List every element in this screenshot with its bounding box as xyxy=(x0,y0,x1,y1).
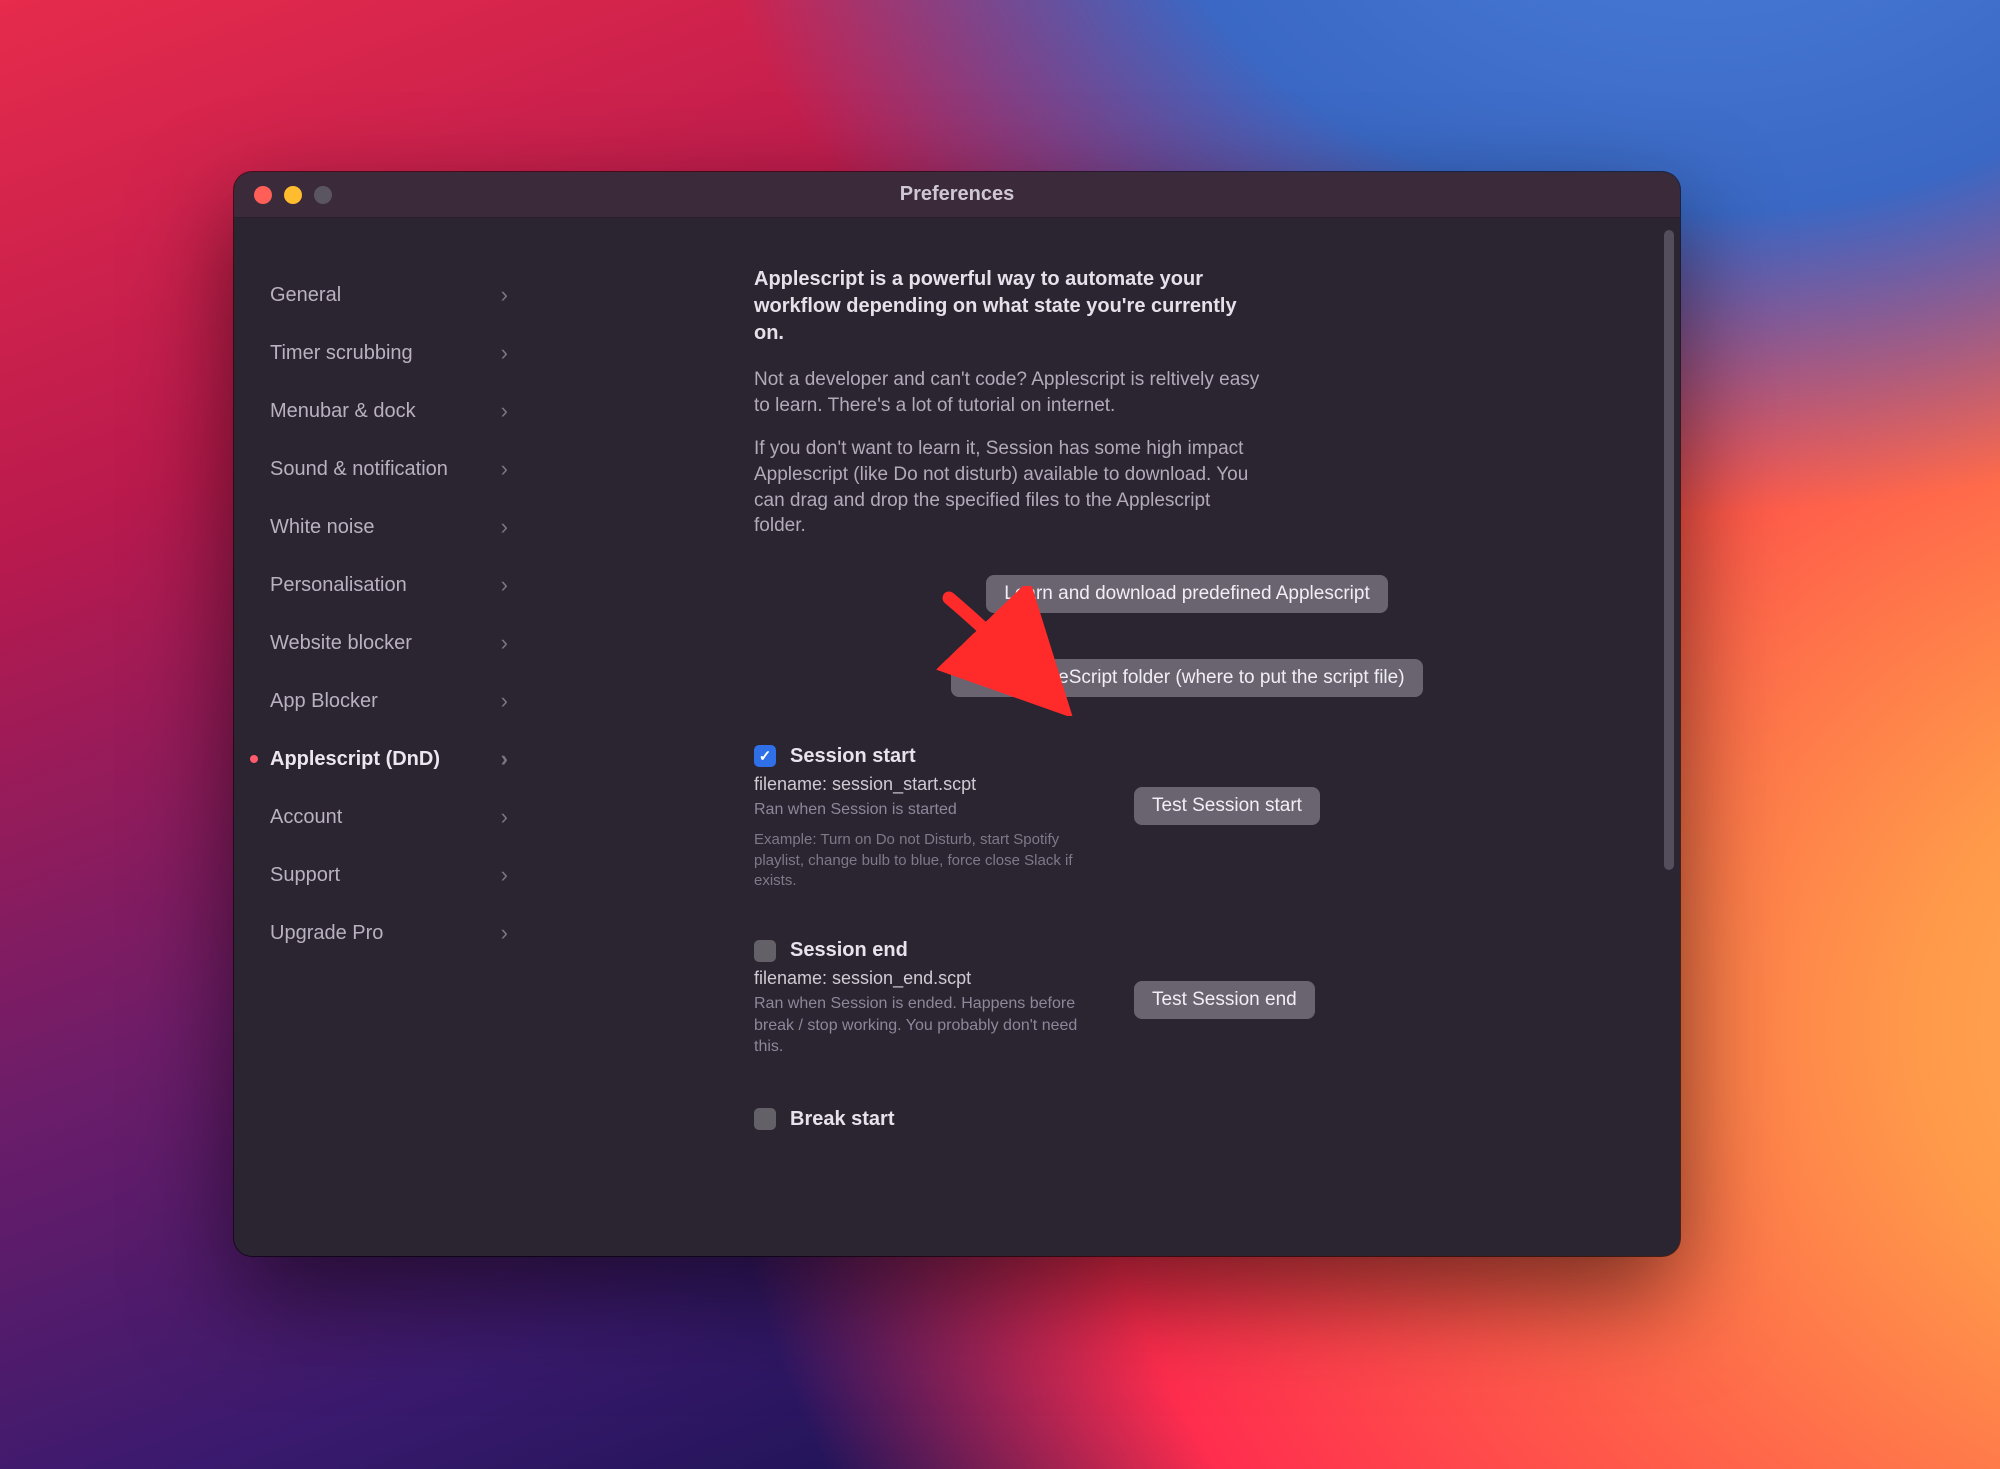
sidebar-item-upgrade-pro[interactable]: Upgrade Pro › xyxy=(234,904,534,962)
minimize-button[interactable] xyxy=(284,186,302,204)
intro-paragraph: Not a developer and can't code? Applescr… xyxy=(754,367,1264,418)
script-session-start: ✓ Session start filename: session_start.… xyxy=(754,745,1620,891)
session-end-checkbox[interactable] xyxy=(754,940,776,962)
chevron-right-icon: › xyxy=(501,630,508,656)
session-start-checkbox[interactable]: ✓ xyxy=(754,745,776,767)
script-title: Break start xyxy=(790,1108,895,1131)
sidebar-item-white-noise[interactable]: White noise › xyxy=(234,498,534,556)
badge-dot-icon xyxy=(250,755,258,763)
check-icon: ✓ xyxy=(759,747,772,765)
script-break-start: Break start xyxy=(754,1108,1620,1137)
chevron-right-icon: › xyxy=(501,282,508,308)
sidebar-item-sound-notification[interactable]: Sound & notification › xyxy=(234,440,534,498)
maximize-button[interactable] xyxy=(314,186,332,204)
traffic-lights xyxy=(234,186,332,204)
intro-heading: Applescript is a powerful way to automat… xyxy=(754,266,1264,347)
chevron-right-icon: › xyxy=(501,514,508,540)
script-title: Session end xyxy=(790,939,908,962)
close-button[interactable] xyxy=(254,186,272,204)
chevron-right-icon: › xyxy=(501,804,508,830)
sidebar-item-applescript[interactable]: Applescript (DnD) › xyxy=(234,730,534,788)
script-session-end: Session end filename: session_end.scpt R… xyxy=(754,939,1620,1068)
scrollbar[interactable] xyxy=(1664,230,1674,870)
window-title: Preferences xyxy=(234,183,1680,206)
sidebar-item-support[interactable]: Support › xyxy=(234,846,534,904)
sidebar-item-account[interactable]: Account › xyxy=(234,788,534,846)
script-filename: filename: session_start.scpt xyxy=(754,774,1094,795)
chevron-right-icon: › xyxy=(501,688,508,714)
intro-paragraph: If you don't want to learn it, Session h… xyxy=(754,436,1264,539)
chevron-right-icon: › xyxy=(501,456,508,482)
sidebar-item-label: Personalisation xyxy=(270,574,407,597)
script-title: Session start xyxy=(790,745,916,768)
sidebar-item-label: General xyxy=(270,284,341,307)
titlebar: Preferences xyxy=(234,172,1680,218)
sidebar-item-label: Support xyxy=(270,864,340,887)
sidebar-item-website-blocker[interactable]: Website blocker › xyxy=(234,614,534,672)
preferences-window: Preferences General › Timer scrubbing › … xyxy=(234,172,1680,1256)
test-session-start-button[interactable]: Test Session start xyxy=(1134,787,1320,825)
script-desc: Ran when Session is started xyxy=(754,799,1094,821)
sidebar-item-label: App Blocker xyxy=(270,690,378,713)
sidebar-item-app-blocker[interactable]: App Blocker › xyxy=(234,672,534,730)
chevron-right-icon: › xyxy=(501,572,508,598)
sidebar: General › Timer scrubbing › Menubar & do… xyxy=(234,218,534,1256)
sidebar-item-label: Website blocker xyxy=(270,632,412,655)
chevron-right-icon: › xyxy=(501,398,508,424)
sidebar-item-label: Applescript (DnD) xyxy=(270,748,440,771)
chevron-right-icon: › xyxy=(501,340,508,366)
sidebar-item-label: Account xyxy=(270,806,342,829)
sidebar-item-personalisation[interactable]: Personalisation › xyxy=(234,556,534,614)
intro-text: Applescript is a powerful way to automat… xyxy=(754,266,1264,539)
sidebar-item-label: Menubar & dock xyxy=(270,400,416,423)
sidebar-item-general[interactable]: General › xyxy=(234,266,534,324)
learn-download-button[interactable]: Learn and download predefined Applescrip… xyxy=(986,575,1388,613)
sidebar-item-label: Upgrade Pro xyxy=(270,922,383,945)
sidebar-item-timer-scrubbing[interactable]: Timer scrubbing › xyxy=(234,324,534,382)
chevron-right-icon: › xyxy=(501,862,508,888)
sidebar-item-label: Sound & notification xyxy=(270,458,448,481)
open-applescript-folder-button[interactable]: Open AppleScript folder (where to put th… xyxy=(951,659,1422,697)
script-desc: Ran when Session is ended. Happens befor… xyxy=(754,993,1094,1058)
break-start-checkbox[interactable] xyxy=(754,1108,776,1130)
sidebar-item-menubar-dock[interactable]: Menubar & dock › xyxy=(234,382,534,440)
chevron-right-icon: › xyxy=(501,746,508,772)
sidebar-item-label: Timer scrubbing xyxy=(270,342,413,365)
main-content: Applescript is a powerful way to automat… xyxy=(534,218,1680,1256)
script-filename: filename: session_end.scpt xyxy=(754,968,1094,989)
script-example: Example: Turn on Do not Disturb, start S… xyxy=(754,830,1094,891)
chevron-right-icon: › xyxy=(501,920,508,946)
test-session-end-button[interactable]: Test Session end xyxy=(1134,981,1315,1019)
sidebar-item-label: White noise xyxy=(270,516,375,539)
